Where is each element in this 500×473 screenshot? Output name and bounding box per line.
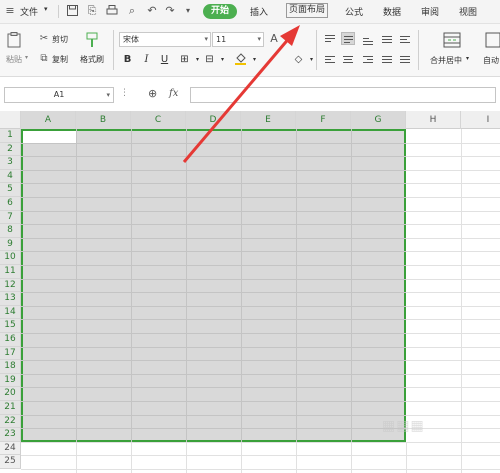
watermark: ▦▦▦	[382, 418, 425, 434]
annotation-arrow	[182, 25, 300, 163]
